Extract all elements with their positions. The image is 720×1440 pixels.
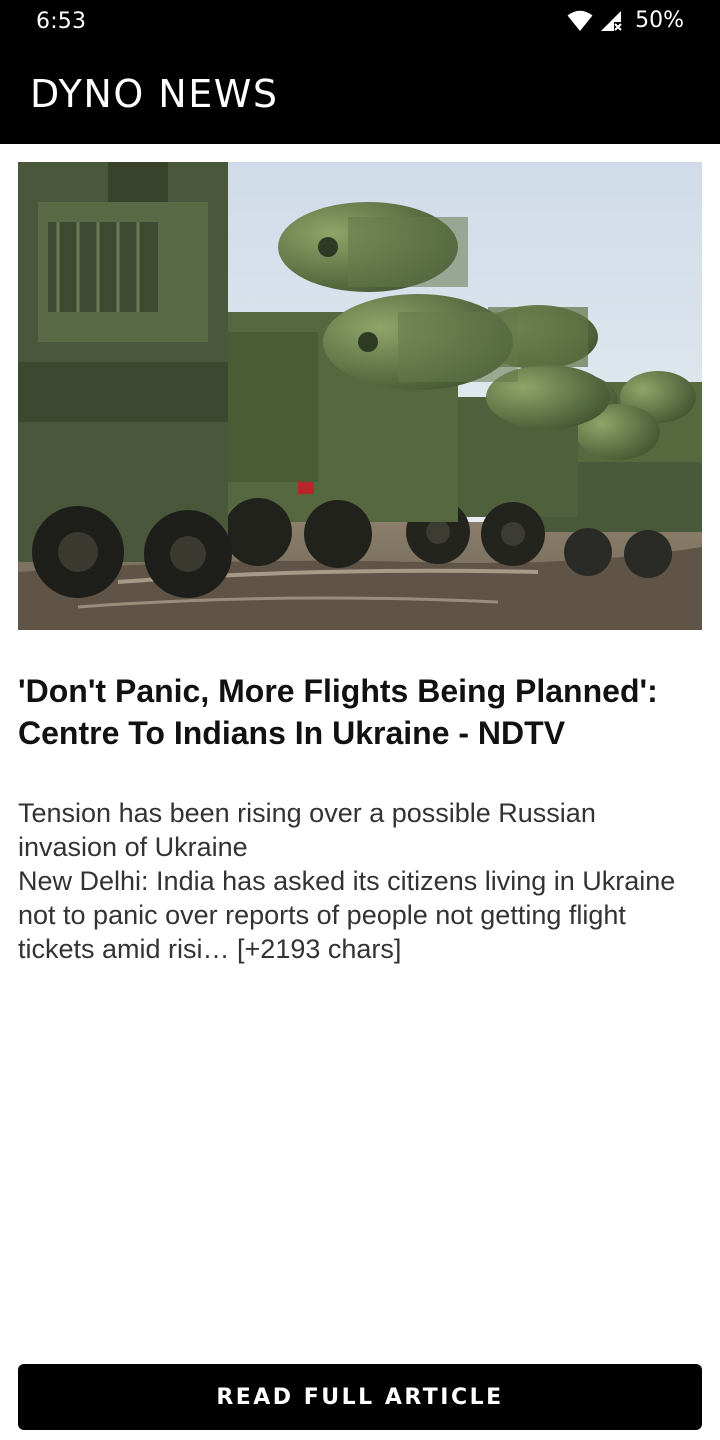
article-image[interactable] [18, 162, 702, 630]
app-title: DYNO NEWS [30, 72, 279, 116]
battery-percent: 50% [635, 8, 684, 33]
description-line-2: New Delhi: India has asked its citizens … [18, 866, 676, 964]
cell-signal-icon [599, 9, 623, 33]
article-description: Tension has been rising over a possible … [18, 796, 702, 966]
app-bar: DYNO NEWS [0, 44, 720, 144]
status-icons: 50% [567, 8, 684, 33]
read-full-article-button[interactable]: READ FULL ARTICLE [18, 1364, 702, 1430]
wifi-icon [567, 10, 593, 32]
military-trucks-photo [18, 162, 702, 630]
status-bar: 6:53 50% [0, 0, 720, 44]
status-time: 6:53 [36, 9, 87, 34]
article-headline[interactable]: 'Don't Panic, More Flights Being Planned… [18, 670, 702, 754]
description-line-1: Tension has been rising over a possible … [18, 798, 596, 862]
